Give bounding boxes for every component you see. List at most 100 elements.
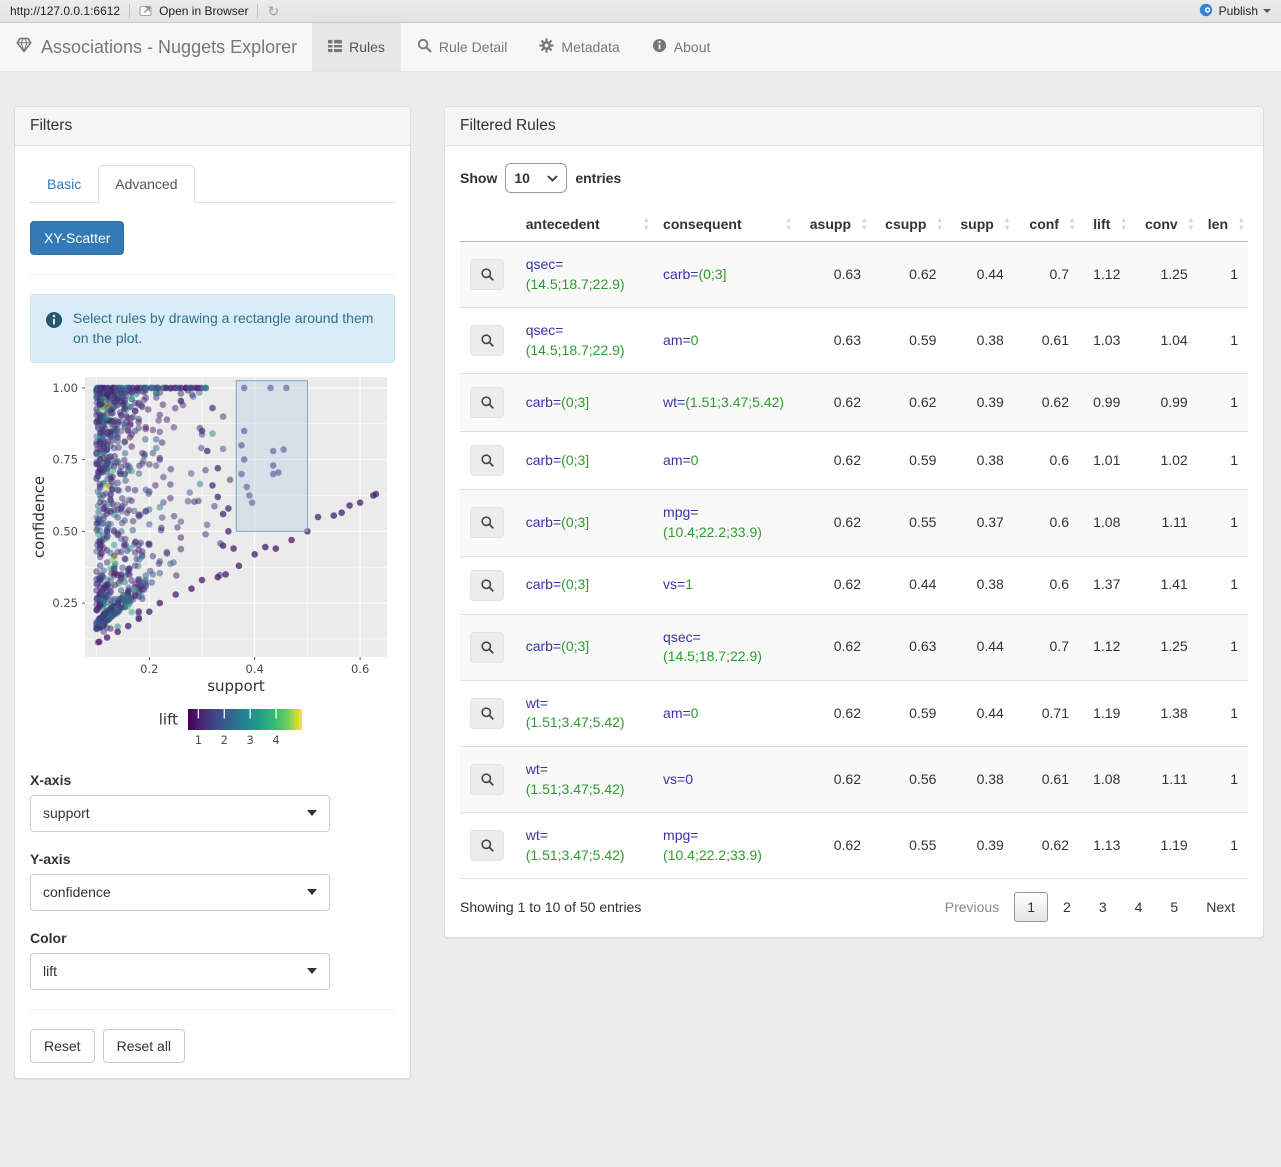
app-window: http://127.0.0.1:6612 Open in Browser ↻ …: [0, 0, 1281, 1167]
antecedent-cell: carb=​(0;3]​: [515, 373, 654, 432]
address-url: http://127.0.0.1:6612: [10, 4, 121, 18]
asupp-value: 0.63: [795, 307, 871, 374]
page-button-2[interactable]: 2: [1050, 892, 1084, 922]
rule-detail-button[interactable]: [470, 569, 504, 601]
main-content: Filters Basic Advanced XY-Scatter Select…: [0, 72, 1281, 1109]
viewer-toolbar: http://127.0.0.1:6612 Open in Browser ↻ …: [0, 0, 1281, 23]
table-row: wt=​(1.51;3.47;5.42)​am=​0​0.620.590.440…: [460, 679, 1248, 747]
x-axis-select[interactable]: support: [30, 794, 330, 832]
page-button-5[interactable]: 5: [1157, 892, 1191, 922]
conv-value: 1.38: [1130, 679, 1198, 747]
chevron-down-icon: [547, 174, 558, 182]
svg-text:0.4: 0.4: [246, 662, 264, 676]
previous-page-button[interactable]: Previous: [932, 892, 1012, 922]
conv-value: 1.25: [1130, 240, 1198, 308]
page-length-select[interactable]: 10: [505, 163, 568, 193]
table-row: wt=​(1.51;3.47;5.42)​vs=​0​0.620.560.380…: [460, 745, 1248, 813]
svg-text:2: 2: [221, 733, 228, 747]
reset-all-button[interactable]: Reset all: [102, 1028, 186, 1063]
column-header-antecedent[interactable]: antecedent ▲ ▼: [515, 207, 654, 242]
column-header-conf[interactable]: conf ▲ ▼: [1013, 207, 1079, 242]
sort-arrows-icon: ▲ ▼: [1119, 215, 1128, 232]
supp-value: 0.38: [946, 431, 1014, 490]
chevron-down-icon: [307, 810, 317, 821]
csupp-value: 0.55: [871, 489, 947, 557]
nav-tab-rules[interactable]: Rules: [312, 23, 401, 71]
rule-detail-button[interactable]: [470, 259, 504, 291]
csupp-value: 0.62: [871, 240, 947, 308]
csupp-value: 0.59: [871, 431, 947, 490]
csupp-value: 0.59: [871, 307, 947, 374]
table-row: wt=​(1.51;3.47;5.42)​mpg=​(10.4;22.2;33.…: [460, 812, 1248, 879]
rule-detail-button[interactable]: [470, 387, 504, 419]
refresh-icon[interactable]: ↻: [267, 4, 279, 18]
csupp-value: 0.63: [871, 613, 947, 681]
column-header-asupp[interactable]: asupp ▲ ▼: [795, 207, 871, 242]
column-header-len[interactable]: len ▲ ▼: [1197, 207, 1248, 242]
open-in-browser-button[interactable]: Open in Browser: [139, 3, 248, 20]
consequent-cell: am=​0​: [653, 679, 796, 747]
nav-tab-metadata[interactable]: Metadata: [523, 23, 635, 71]
supp-value: 0.37: [946, 489, 1014, 557]
rule-detail-button[interactable]: [470, 445, 504, 477]
asupp-value: 0.62: [795, 555, 871, 615]
conf-value: 0.61: [1013, 307, 1079, 374]
len-value: 1: [1197, 489, 1248, 557]
pagination: Previous 1 2 3 4 5 Next: [930, 892, 1248, 923]
svg-text:0.25: 0.25: [52, 596, 78, 610]
csupp-value: 0.56: [871, 745, 947, 813]
antecedent-cell: carb=​(0;3]​: [515, 555, 654, 615]
entries-label: entries: [575, 170, 622, 186]
antecedent-cell: qsec=​(14.5;18.7;22.9)​: [515, 307, 654, 374]
app-title: Associations - Nuggets Explorer: [41, 36, 298, 57]
brush-selection[interactable]: [235, 379, 308, 532]
publish-button[interactable]: Publish: [1198, 2, 1271, 21]
x-axis-value: support: [43, 805, 90, 822]
supp-value: 0.38: [946, 555, 1014, 615]
page-button-1[interactable]: 1: [1014, 892, 1049, 923]
nav-tab-about[interactable]: About: [636, 23, 727, 71]
svg-text:0.2: 0.2: [140, 662, 158, 676]
color-select[interactable]: lift: [30, 952, 330, 990]
column-header-csupp[interactable]: csupp ▲ ▼: [871, 207, 947, 242]
antecedent-cell: wt=​(1.51;3.47;5.42)​: [515, 812, 654, 879]
scatter-plot[interactable]: 0.2 0.4 0.6 0.25 0.50 0.75 1.00 support confiden…: [30, 369, 395, 762]
supp-value: 0.39: [946, 373, 1014, 432]
nav-tab-rule-detail[interactable]: Rule Detail: [401, 23, 523, 71]
next-page-button[interactable]: Next: [1193, 892, 1248, 922]
rule-detail-button[interactable]: [470, 764, 504, 796]
svg-text:0.50: 0.50: [52, 524, 78, 538]
lift-value: 1.01: [1078, 431, 1131, 490]
column-header-supp[interactable]: supp ▲ ▼: [946, 207, 1014, 242]
reset-button[interactable]: Reset: [30, 1028, 95, 1063]
column-header-consequent[interactable]: consequent ▲ ▼: [653, 207, 796, 242]
supp-value: 0.39: [946, 812, 1014, 879]
tab-basic[interactable]: Basic: [30, 165, 98, 203]
rule-detail-button[interactable]: [470, 697, 504, 729]
column-header-lift[interactable]: lift ▲ ▼: [1078, 207, 1131, 242]
y-axis-select[interactable]: confidence: [30, 873, 330, 911]
rule-detail-button[interactable]: [470, 325, 504, 357]
rule-detail-button[interactable]: [470, 830, 504, 862]
antecedent-cell: carb=​(0;3]​: [515, 613, 654, 681]
rules-table: antecedent ▲ ▼ consequent ▲ ▼ asupp ▲ ▼ csupp ▲ ▼ su…: [460, 207, 1248, 880]
consequent-cell: mpg=​(10.4;22.2;33.9)​: [653, 812, 796, 879]
rule-detail-button[interactable]: [470, 631, 504, 663]
info-icon: [652, 38, 667, 56]
scatter-plot-svg: 0.2 0.4 0.6 0.25 0.50 0.75 1.00 support confiden…: [30, 376, 387, 747]
sort-arrows-icon: ▲ ▼: [1237, 215, 1245, 232]
conv-value: 1.41: [1130, 555, 1198, 615]
rule-detail-button[interactable]: [470, 507, 504, 539]
show-label: Show: [460, 170, 498, 186]
len-value: 1: [1197, 307, 1248, 374]
tab-advanced[interactable]: Advanced: [98, 165, 195, 203]
open-in-browser-icon: [139, 3, 154, 20]
lift-value: 1.19: [1078, 679, 1131, 747]
conf-value: 0.71: [1013, 679, 1079, 747]
table-row: carb=​(0;3]​qsec=​(14.5;18.7;22.9)​0.620…: [460, 613, 1248, 681]
page-length-value: 10: [514, 170, 530, 186]
page-button-3[interactable]: 3: [1086, 892, 1120, 922]
xy-scatter-button[interactable]: XY-Scatter: [30, 221, 125, 255]
page-button-4[interactable]: 4: [1122, 892, 1156, 922]
column-header-conv[interactable]: conv ▲ ▼: [1130, 207, 1198, 242]
